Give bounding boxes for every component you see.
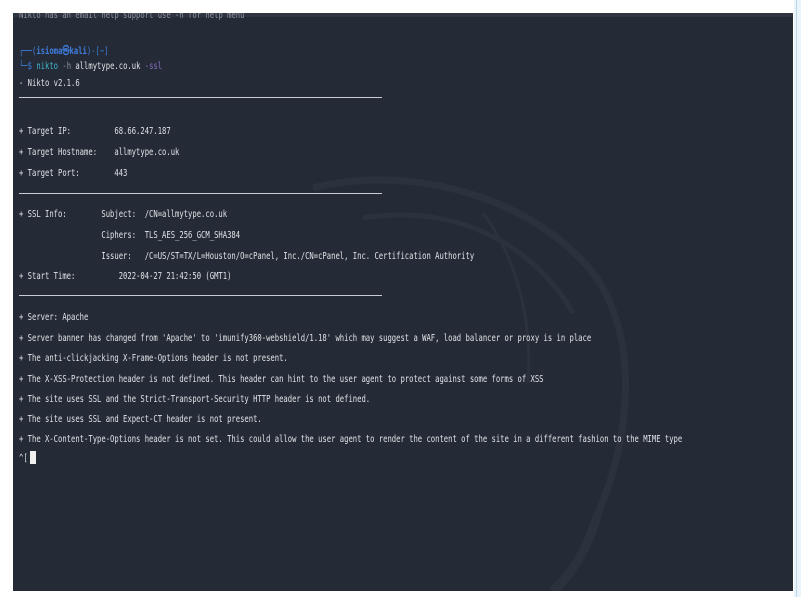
window-edge-line [796, 0, 797, 597]
command-name: nikto [36, 61, 59, 72]
finding-line: + The site uses SSL and the Strict-Trans… [19, 394, 371, 405]
finding-line: + The X-XSS-Protection header is not def… [19, 374, 544, 385]
finding-line: + The X-Content-Type-Options header is n… [19, 434, 683, 445]
prompt-path: )-[~] [86, 46, 109, 57]
prompt-line: ┌──(isioma㉿kali)-[~] [19, 46, 109, 58]
command-flag-h: -h [62, 61, 72, 72]
finding-line: + The site uses SSL and Expect-CT header… [19, 414, 262, 425]
target-ip-line: + Target IP: 68.66.247.187 [19, 126, 171, 137]
command-line[interactable]: └─$ nikto -h allmytype.co.uk -ssl [19, 61, 162, 73]
nikto-version: - Nikto v2.1.6 [19, 78, 80, 89]
start-time-line: + Start Time: 2022-04-27 21:42:50 (GMT1) [19, 271, 232, 282]
separator-line [19, 193, 382, 194]
ssl-issuer-line: Issuer: /C=US/ST=TX/L=Houston/O=cPanel, … [19, 251, 475, 262]
finding-line: + The anti-clickjacking X-Frame-Options … [19, 353, 288, 364]
prompt-user: isioma㉿kali [36, 46, 87, 57]
target-hostname-line: + Target Hostname: allmytype.co.uk [19, 147, 180, 158]
terminal-cursor [30, 451, 36, 464]
prompt-open: ┌──( [19, 46, 37, 57]
finding-line: + Server: Apache [19, 312, 89, 323]
target-port-line: + Target Port: 443 [19, 168, 128, 179]
command-host: allmytype.co.uk [75, 61, 141, 72]
faded-previous-output: Nikto has an email help support use -h f… [19, 13, 245, 21]
separator-line [19, 295, 382, 296]
kali-dragon-watermark [312, 176, 629, 591]
separator-line [19, 97, 382, 98]
prompt-dollar: └─$ [19, 61, 33, 72]
ssl-ciphers-line: Ciphers: TLS_AES_256_GCM_SHA384 [19, 230, 241, 241]
command-flag-ssl: -ssl [144, 61, 163, 72]
interrupt-sequence: ^[ [19, 453, 28, 464]
finding-line: + Server banner has changed from 'Apache… [19, 333, 592, 344]
terminal-window[interactable]: Nikto has an email help support use -h f… [13, 13, 793, 591]
ssl-subject-line: + SSL Info: Subject: /CN=allmytype.co.uk [19, 209, 228, 220]
